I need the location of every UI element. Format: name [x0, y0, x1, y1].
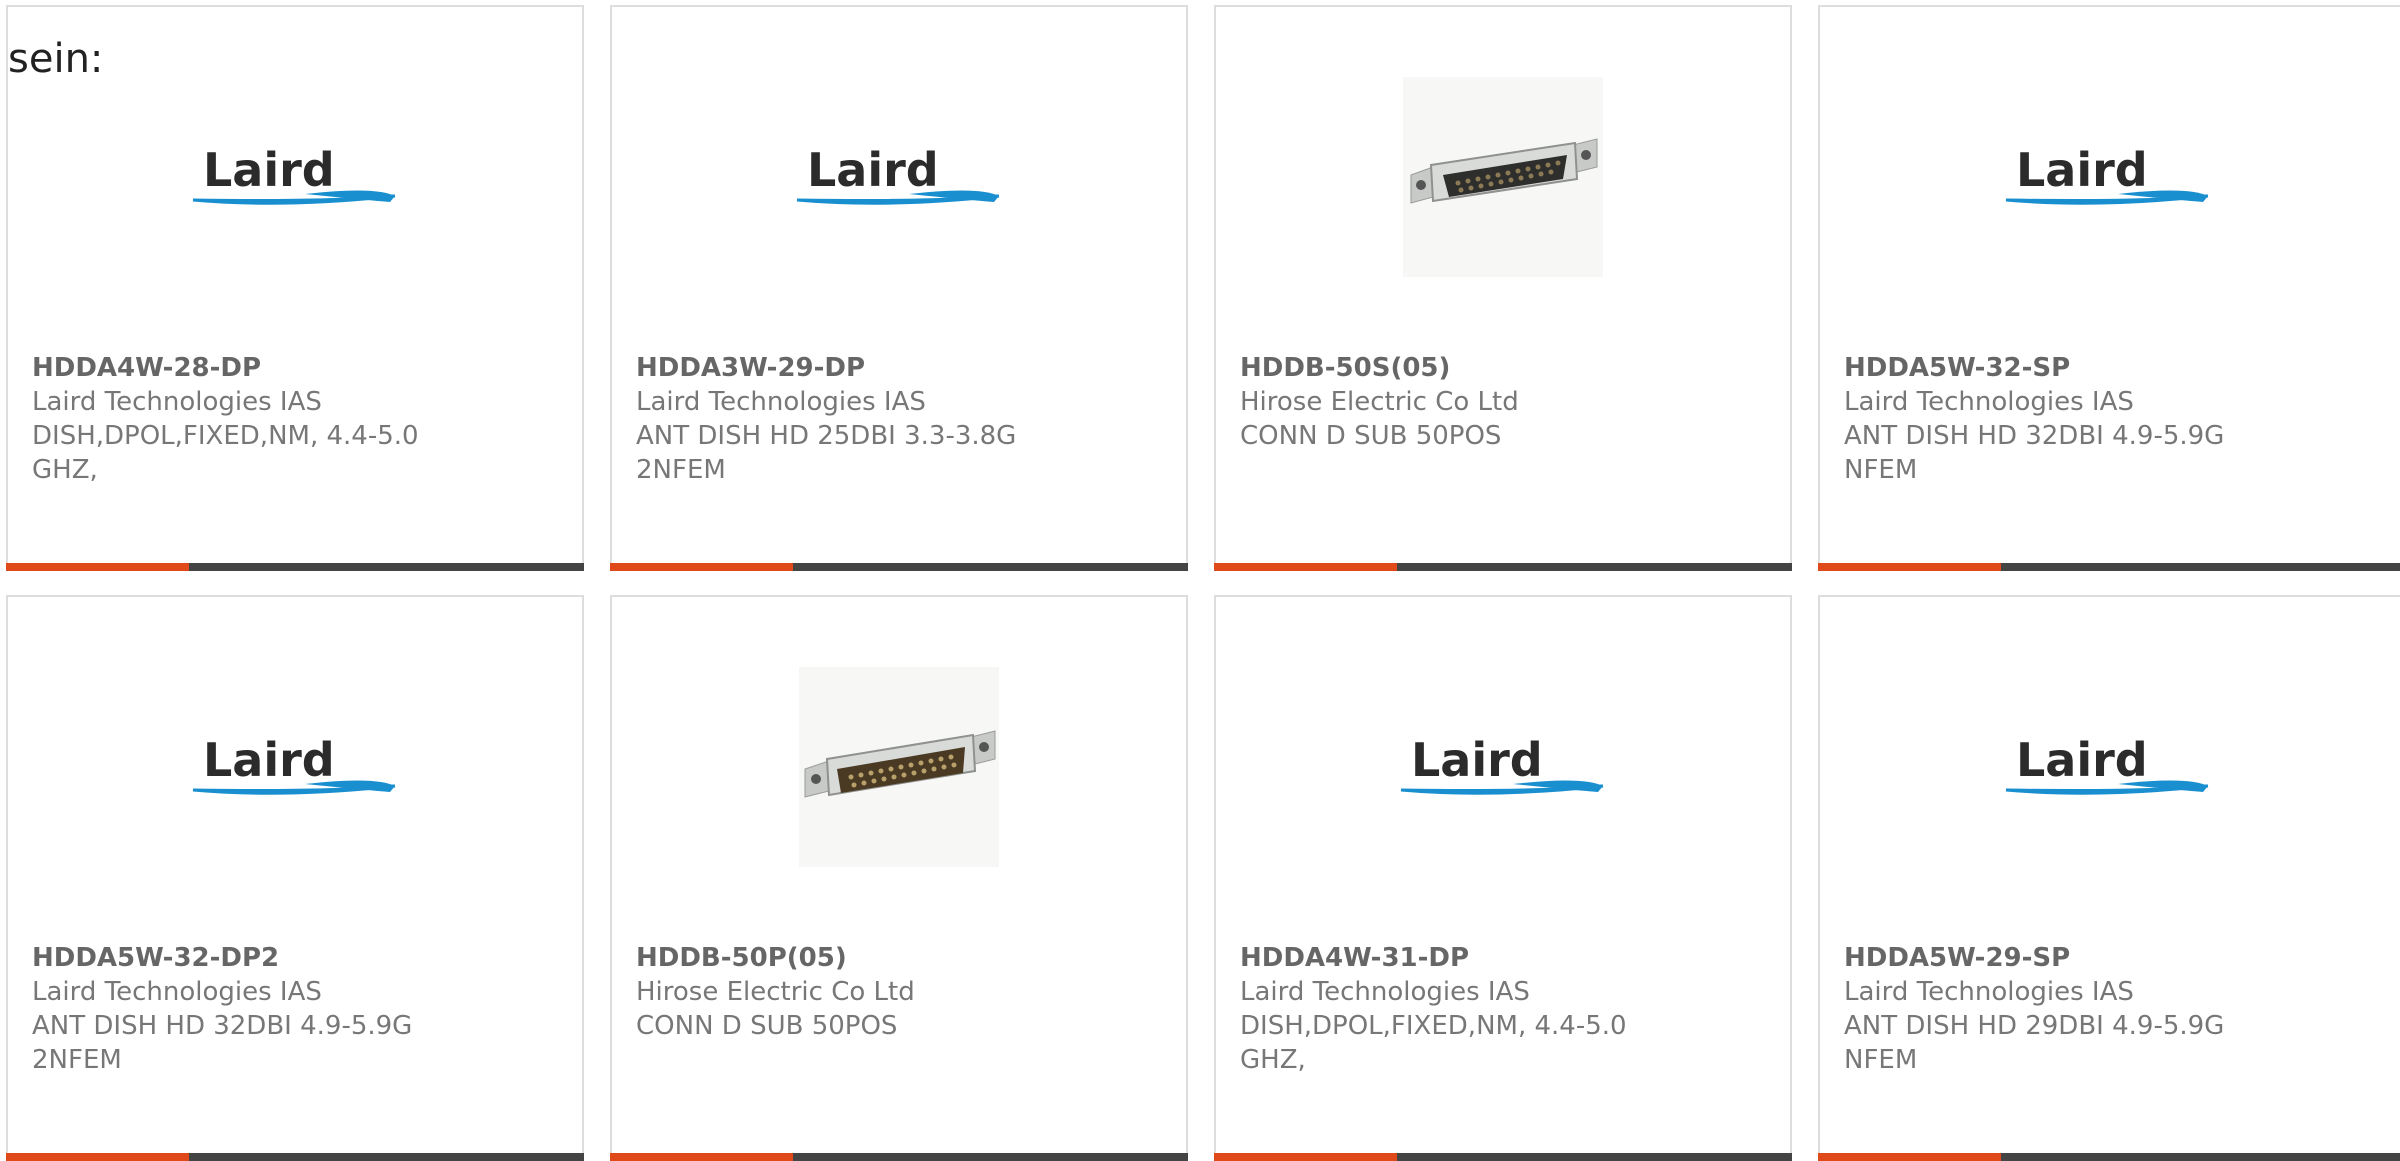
dsub-connector-icon: [1403, 77, 1603, 277]
manufacturer: Hirose Electric Co Ltd: [1240, 387, 1519, 417]
part-number-link[interactable]: HDDA5W-32-DP2: [32, 941, 452, 975]
svg-text:Laird: Laird: [203, 143, 335, 197]
laird-logo-icon: Laird: [192, 733, 396, 795]
description: CONN D SUB 50POS: [1240, 421, 1502, 451]
laird-logo-icon: Laird: [1400, 733, 1604, 795]
svg-text:Laird: Laird: [2016, 143, 2148, 197]
description: ANT DISH HD 32DBI 4.9-5.9G 2NFEM: [32, 1011, 413, 1075]
laird-logo-icon: Laird: [796, 143, 1000, 205]
card-bar: [610, 1153, 1188, 1161]
product-card[interactable]: HDDB-50S(05) Hirose Electric Co Ltd CONN…: [1214, 5, 1792, 571]
description: DISH,DPOL,FIXED,NM, 4.4-5.0 GHZ,: [32, 421, 419, 485]
product-card[interactable]: Laird HDDA5W-32-SP Laird Technologies IA…: [1818, 5, 2400, 571]
card-bar: [6, 1153, 584, 1161]
dsub-connector-icon: [799, 667, 999, 867]
card-bar: [1214, 563, 1792, 571]
svg-text:Laird: Laird: [203, 733, 335, 787]
product-card[interactable]: Laird HDDA4W-28-DP Laird Technologies IA…: [6, 5, 584, 571]
description: ANT DISH HD 32DBI 4.9-5.9G NFEM: [1844, 421, 2225, 485]
card-bar-accent: [1214, 1153, 1397, 1161]
part-number-link[interactable]: HDDA4W-31-DP: [1240, 941, 1660, 975]
card-bar: [1818, 1153, 2400, 1161]
product-info: HDDA5W-29-SP Laird Technologies IAS ANT …: [1844, 941, 2264, 1077]
part-number-link[interactable]: HDDA5W-32-SP: [1844, 351, 2264, 385]
card-bar: [610, 563, 1188, 571]
product-grid: Laird HDDA4W-28-DP Laird Technologies IA…: [0, 0, 2400, 1161]
product-info: HDDA4W-28-DP Laird Technologies IAS DISH…: [32, 351, 452, 487]
part-number-link[interactable]: HDDA5W-29-SP: [1844, 941, 2264, 975]
card-bar: [6, 563, 584, 571]
part-number-link[interactable]: HDDA4W-28-DP: [32, 351, 452, 385]
laird-logo-icon: Laird: [2005, 143, 2209, 205]
product-image[interactable]: Laird: [8, 667, 582, 867]
part-number-link[interactable]: HDDB-50P(05): [636, 941, 1056, 975]
svg-text:Laird: Laird: [807, 143, 939, 197]
card-bar-accent: [610, 1153, 793, 1161]
manufacturer: Laird Technologies IAS: [32, 387, 322, 417]
product-image[interactable]: [612, 667, 1186, 867]
product-card[interactable]: Laird HDDA3W-29-DP Laird Technologies IA…: [610, 5, 1188, 571]
manufacturer: Laird Technologies IAS: [1240, 977, 1530, 1007]
laird-logo-icon: Laird: [192, 143, 396, 205]
product-image[interactable]: Laird: [1820, 77, 2396, 277]
product-card[interactable]: Laird HDDA5W-29-SP Laird Technologies IA…: [1818, 595, 2400, 1161]
svg-text:Laird: Laird: [1411, 733, 1543, 787]
laird-logo-icon: Laird: [2005, 733, 2209, 795]
card-bar-accent: [1818, 563, 2001, 571]
part-number-link[interactable]: HDDA3W-29-DP: [636, 351, 1056, 385]
product-image[interactable]: Laird: [8, 77, 582, 277]
part-number-link[interactable]: HDDB-50S(05): [1240, 351, 1660, 385]
svg-text:Laird: Laird: [2016, 733, 2148, 787]
product-card[interactable]: Laird HDDA4W-31-DP Laird Technologies IA…: [1214, 595, 1792, 1161]
product-image[interactable]: Laird: [1820, 667, 2396, 867]
intro-text: sein:: [8, 36, 104, 82]
product-info: HDDB-50P(05) Hirose Electric Co Ltd CONN…: [636, 941, 1056, 1043]
card-bar: [1818, 563, 2400, 571]
manufacturer: Laird Technologies IAS: [1844, 387, 2134, 417]
card-bar-accent: [6, 1153, 189, 1161]
description: DISH,DPOL,FIXED,NM, 4.4-5.0 GHZ,: [1240, 1011, 1627, 1075]
manufacturer: Hirose Electric Co Ltd: [636, 977, 915, 1007]
product-image[interactable]: Laird: [1216, 667, 1790, 867]
description: CONN D SUB 50POS: [636, 1011, 898, 1041]
product-info: HDDA5W-32-SP Laird Technologies IAS ANT …: [1844, 351, 2264, 487]
product-info: HDDA5W-32-DP2 Laird Technologies IAS ANT…: [32, 941, 452, 1077]
description: ANT DISH HD 25DBI 3.3-3.8G 2NFEM: [636, 421, 1017, 485]
card-bar-accent: [1818, 1153, 2001, 1161]
product-card[interactable]: HDDB-50P(05) Hirose Electric Co Ltd CONN…: [610, 595, 1188, 1161]
card-bar-accent: [6, 563, 189, 571]
product-image[interactable]: [1216, 77, 1790, 277]
product-info: HDDA4W-31-DP Laird Technologies IAS DISH…: [1240, 941, 1660, 1077]
manufacturer: Laird Technologies IAS: [32, 977, 322, 1007]
product-info: HDDB-50S(05) Hirose Electric Co Ltd CONN…: [1240, 351, 1660, 453]
card-bar: [1214, 1153, 1792, 1161]
product-card[interactable]: Laird HDDA5W-32-DP2 Laird Technologies I…: [6, 595, 584, 1161]
card-bar-accent: [1214, 563, 1397, 571]
description: ANT DISH HD 29DBI 4.9-5.9G NFEM: [1844, 1011, 2225, 1075]
manufacturer: Laird Technologies IAS: [1844, 977, 2134, 1007]
product-info: HDDA3W-29-DP Laird Technologies IAS ANT …: [636, 351, 1056, 487]
card-bar-accent: [610, 563, 793, 571]
product-image[interactable]: Laird: [612, 77, 1186, 277]
manufacturer: Laird Technologies IAS: [636, 387, 926, 417]
